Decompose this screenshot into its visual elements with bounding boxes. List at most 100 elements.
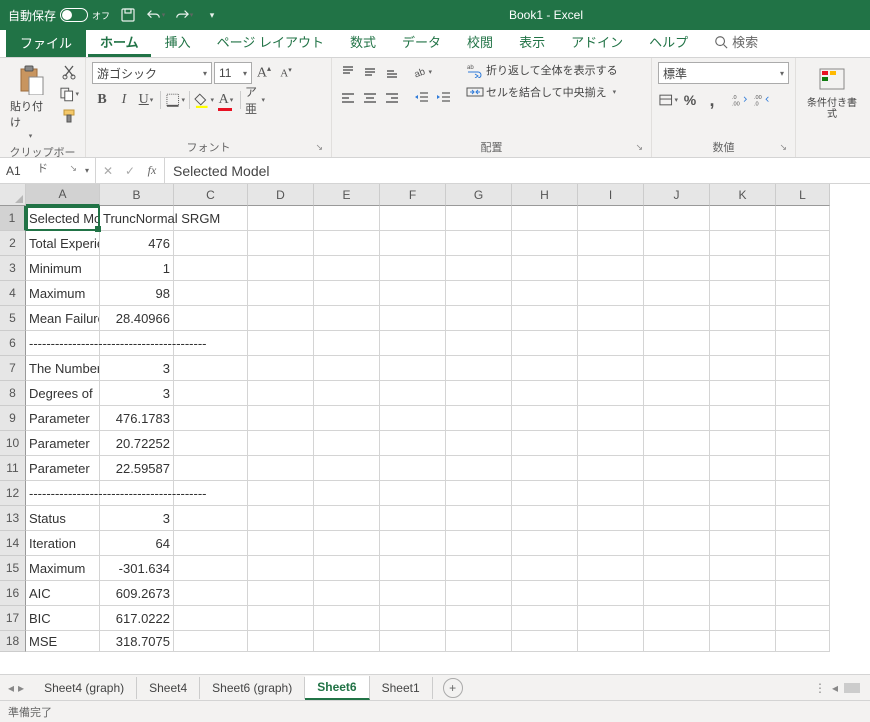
cell-H6[interactable] <box>512 331 578 356</box>
cell-J1[interactable] <box>644 206 710 231</box>
cell-H14[interactable] <box>512 531 578 556</box>
formula-input[interactable]: Selected Model <box>165 158 870 183</box>
col-header-F[interactable]: F <box>380 184 446 206</box>
cell-F10[interactable] <box>380 431 446 456</box>
cell-F18[interactable] <box>380 631 446 652</box>
cell-E8[interactable] <box>314 381 380 406</box>
col-header-A[interactable]: A <box>26 184 100 206</box>
cell-C13[interactable] <box>174 506 248 531</box>
clipboard-launcher-icon[interactable]: ↘ <box>69 163 77 174</box>
increase-font-icon[interactable]: A▴ <box>254 63 274 83</box>
search-button[interactable]: 検索 <box>702 26 770 57</box>
cell-B16[interactable]: 609.2673 <box>100 581 174 606</box>
bold-button[interactable]: B <box>92 90 112 110</box>
cell-L8[interactable] <box>776 381 830 406</box>
cell-L17[interactable] <box>776 606 830 631</box>
align-middle-icon[interactable] <box>360 62 380 82</box>
cell-G14[interactable] <box>446 531 512 556</box>
decrease-indent-icon[interactable] <box>412 88 432 108</box>
cell-F2[interactable] <box>380 231 446 256</box>
number-launcher-icon[interactable]: ↘ <box>779 142 787 153</box>
cell-C7[interactable] <box>174 356 248 381</box>
cell-F13[interactable] <box>380 506 446 531</box>
cell-A5[interactable]: Mean Failure <box>26 306 100 331</box>
cell-A15[interactable]: Maximum <box>26 556 100 581</box>
cell-H11[interactable] <box>512 456 578 481</box>
cell-C16[interactable] <box>174 581 248 606</box>
cell-E15[interactable] <box>314 556 380 581</box>
tab-help[interactable]: ヘルプ <box>637 26 700 57</box>
cell-K17[interactable] <box>710 606 776 631</box>
cell-F1[interactable] <box>380 206 446 231</box>
cell-F16[interactable] <box>380 581 446 606</box>
cell-E5[interactable] <box>314 306 380 331</box>
cell-A12[interactable]: ----------------------------------------… <box>26 481 100 506</box>
cell-H7[interactable] <box>512 356 578 381</box>
cell-E14[interactable] <box>314 531 380 556</box>
cell-F17[interactable] <box>380 606 446 631</box>
cell-C8[interactable] <box>174 381 248 406</box>
cell-E17[interactable] <box>314 606 380 631</box>
cell-K9[interactable] <box>710 406 776 431</box>
cell-L5[interactable] <box>776 306 830 331</box>
cell-A8[interactable]: Degrees of <box>26 381 100 406</box>
cell-G15[interactable] <box>446 556 512 581</box>
cell-I15[interactable] <box>578 556 644 581</box>
cell-K11[interactable] <box>710 456 776 481</box>
cell-F9[interactable] <box>380 406 446 431</box>
cell-J15[interactable] <box>644 556 710 581</box>
cell-B17[interactable]: 617.0222 <box>100 606 174 631</box>
cell-B18[interactable]: 318.7075 <box>100 631 174 652</box>
row-header-9[interactable]: 9 <box>0 406 26 431</box>
cell-H10[interactable] <box>512 431 578 456</box>
cell-F5[interactable] <box>380 306 446 331</box>
cell-L14[interactable] <box>776 531 830 556</box>
cell-F11[interactable] <box>380 456 446 481</box>
cell-J6[interactable] <box>644 331 710 356</box>
cell-F8[interactable] <box>380 381 446 406</box>
phonetic-icon[interactable]: ア亜 <box>245 90 265 110</box>
sheet-tab-0[interactable]: Sheet4 (graph) <box>32 677 137 699</box>
increase-decimal-icon[interactable]: .0.00 <box>730 90 750 110</box>
cell-K2[interactable] <box>710 231 776 256</box>
insert-function-icon[interactable]: fx <box>144 163 160 178</box>
cell-D2[interactable] <box>248 231 314 256</box>
cell-J5[interactable] <box>644 306 710 331</box>
cell-A14[interactable]: Iteration <box>26 531 100 556</box>
cell-G9[interactable] <box>446 406 512 431</box>
cell-B9[interactable]: 476.1783 <box>100 406 174 431</box>
cell-H3[interactable] <box>512 256 578 281</box>
cell-L18[interactable] <box>776 631 830 652</box>
col-header-K[interactable]: K <box>710 184 776 206</box>
row-header-3[interactable]: 3 <box>0 256 26 281</box>
qat-customize-icon[interactable]: ▾ <box>202 5 222 25</box>
cell-E10[interactable] <box>314 431 380 456</box>
row-header-6[interactable]: 6 <box>0 331 26 356</box>
cell-E3[interactable] <box>314 256 380 281</box>
cell-K13[interactable] <box>710 506 776 531</box>
row-header-18[interactable]: 18 <box>0 631 26 652</box>
orientation-icon[interactable]: ab <box>412 62 432 82</box>
cell-F7[interactable] <box>380 356 446 381</box>
cell-I11[interactable] <box>578 456 644 481</box>
cell-L4[interactable] <box>776 281 830 306</box>
hscroll-left-icon[interactable]: ◂ <box>832 681 838 695</box>
cell-K8[interactable] <box>710 381 776 406</box>
cells-area[interactable]: Selected ModelTruncNormal SRGM Total Exp… <box>26 206 830 674</box>
cell-B1[interactable]: TruncNormal SRGM <box>100 206 174 231</box>
cell-A17[interactable]: BIC <box>26 606 100 631</box>
cell-L9[interactable] <box>776 406 830 431</box>
italic-button[interactable]: I <box>114 90 134 110</box>
col-header-G[interactable]: G <box>446 184 512 206</box>
cell-B7[interactable]: 3 <box>100 356 174 381</box>
cell-F12[interactable] <box>380 481 446 506</box>
cell-H9[interactable] <box>512 406 578 431</box>
cell-G18[interactable] <box>446 631 512 652</box>
borders-icon[interactable] <box>165 90 185 110</box>
paste-button[interactable]: 貼り付け ▾ <box>6 62 55 142</box>
cell-G3[interactable] <box>446 256 512 281</box>
cell-H16[interactable] <box>512 581 578 606</box>
cell-K14[interactable] <box>710 531 776 556</box>
cell-H2[interactable] <box>512 231 578 256</box>
cell-D5[interactable] <box>248 306 314 331</box>
